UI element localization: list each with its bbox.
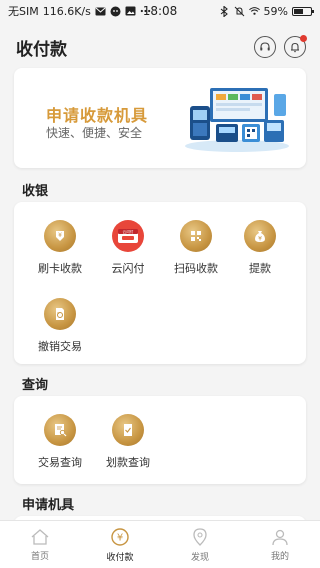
- banner-title: 申请收款机具: [46, 106, 149, 125]
- quickpass-label: 云闪付: [111, 262, 145, 275]
- section-title-cashier: 收银: [22, 184, 49, 199]
- quickpass-badge-text: 云闪付: [123, 229, 134, 234]
- card-swipe-icon: ¥: [44, 220, 76, 252]
- battery-icon: [292, 6, 314, 16]
- header: 收付款: [0, 22, 320, 72]
- transaction-query-label: 交易查询: [38, 456, 82, 469]
- card-swipe-button[interactable]: ¥ 刷卡收款: [28, 220, 92, 276]
- battery-fill: [294, 8, 304, 14]
- more-dots-icon: [140, 6, 151, 17]
- cashier-card: ¥ 刷卡收款 云闪付 云闪付 扫码收款 ¥ 提款 撤销交易: [14, 202, 306, 364]
- revoke-document-icon: [44, 298, 76, 330]
- qr-scan-button[interactable]: 扫码收款: [164, 220, 228, 276]
- qr-scan-label: 扫码收款: [174, 262, 218, 275]
- carrier-text: 无SIM: [8, 5, 39, 18]
- apply-terminal-banner[interactable]: 申请收款机具 快速、便捷、安全: [14, 68, 306, 168]
- status-bar: 无SIM 116.6K/s 18:08 59%: [0, 0, 320, 22]
- withdraw-button[interactable]: ¥ 提款: [228, 220, 292, 276]
- bluetooth-icon: [219, 5, 230, 17]
- headset-icon: [260, 42, 270, 51]
- notification-button[interactable]: [284, 35, 307, 58]
- mute-bell-icon: [234, 6, 245, 17]
- status-bar-right: 59%: [219, 4, 314, 18]
- customer-service-button[interactable]: [254, 36, 276, 58]
- image-icon: [125, 6, 136, 17]
- section-title-apply: 申请机具: [22, 498, 75, 513]
- wifi-icon: [248, 6, 260, 17]
- money-bag-icon: ¥: [244, 220, 276, 252]
- quickpass-button[interactable]: 云闪付 云闪付: [96, 220, 160, 276]
- revoke-transaction-button[interactable]: 撤销交易: [28, 298, 92, 354]
- user-icon: [272, 529, 288, 545]
- qr-scan-icon: [180, 220, 212, 252]
- query-card: 交易查询 划款查询: [14, 396, 306, 484]
- tab-home-label: 首页: [30, 551, 49, 562]
- revoke-transaction-label: 撤销交易: [38, 340, 82, 353]
- tab-home[interactable]: 首页: [0, 521, 80, 568]
- page-title: 收付款: [16, 39, 67, 60]
- yuan-coin-icon: ¥: [111, 527, 129, 546]
- battery-percent: 59%: [263, 4, 288, 18]
- notification-badge: [300, 35, 307, 42]
- svg-text:¥: ¥: [258, 236, 262, 243]
- svg-text:¥: ¥: [117, 532, 123, 543]
- tab-discover[interactable]: 发现: [160, 521, 240, 568]
- banner-subtitle: 快速、便捷、安全: [46, 126, 143, 140]
- home-icon: [31, 528, 49, 545]
- withdraw-label: 提款: [249, 262, 271, 275]
- bell-icon: [291, 42, 299, 53]
- tab-profile[interactable]: 我的: [240, 521, 320, 568]
- discover-icon: [193, 527, 207, 546]
- transaction-search-icon: [44, 414, 76, 446]
- section-title-query: 查询: [22, 378, 49, 393]
- tab-payments-label: 收付款: [106, 552, 134, 563]
- header-actions: [254, 35, 307, 58]
- status-bar-left: 无SIM 116.6K/s: [8, 3, 151, 19]
- tab-profile-label: 我的: [270, 551, 289, 562]
- pos-terminals-illustration: [185, 88, 289, 152]
- transfer-check-icon: [112, 414, 144, 446]
- card-swipe-label: 刷卡收款: [38, 262, 82, 275]
- bottom-tab-bar: 首页 ¥ 收付款 发现 我的: [0, 520, 320, 568]
- wechat-icon: [110, 6, 121, 17]
- transfer-query-label: 划款查询: [106, 456, 150, 469]
- network-speed: 116.6K/s: [42, 4, 91, 18]
- transaction-query-button[interactable]: 交易查询: [28, 414, 92, 470]
- cloud-quickpass-icon: 云闪付: [112, 220, 144, 252]
- transfer-query-button[interactable]: 划款查询: [96, 414, 160, 470]
- mail-icon: [95, 6, 106, 17]
- tab-payments[interactable]: ¥ 收付款: [80, 521, 160, 568]
- tab-discover-label: 发现: [190, 552, 209, 563]
- svg-text:¥: ¥: [58, 232, 62, 239]
